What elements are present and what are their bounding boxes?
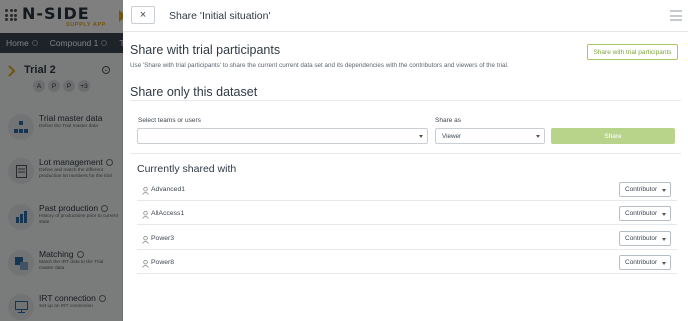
shared-user-name: Advanced1 [151, 186, 186, 193]
share-panel: × Share 'Initial situation' Share with t… [123, 0, 688, 321]
share-as-value: Viewer [442, 133, 462, 140]
user-icon [142, 260, 149, 268]
teams-label: Select teams or users [138, 117, 201, 124]
currently-shared-heading: Currently shared with [137, 163, 237, 175]
shared-user-row: Power3 Contributor [137, 228, 677, 250]
share-trial-heading: Share with trial participants [130, 43, 281, 57]
role-value: Contributor [625, 186, 658, 193]
role-dropdown[interactable]: Contributor [619, 231, 671, 246]
panel-title: Share 'Initial situation' [169, 10, 271, 22]
shared-user-row: AllAccess1 Contributor [137, 203, 677, 225]
share-trial-description: Use 'Share with trial participants' to s… [130, 62, 509, 69]
share-with-trial-participants-button[interactable]: Share with trial participants [587, 44, 678, 60]
share-as-select[interactable]: Viewer [435, 128, 545, 144]
caret-down-icon [536, 135, 540, 138]
share-only-heading: Share only this dataset [130, 85, 258, 99]
caret-down-icon [662, 262, 666, 265]
divider [130, 100, 681, 101]
user-icon [142, 187, 149, 195]
role-dropdown[interactable]: Contributor [619, 255, 671, 270]
role-value: Contributor [625, 235, 658, 242]
caret-down-icon [662, 189, 666, 192]
caret-down-icon [419, 135, 423, 138]
panel-header: × Share 'Initial situation' [123, 0, 688, 32]
role-dropdown[interactable]: Contributor [619, 206, 671, 221]
caret-down-icon [662, 238, 666, 241]
close-button[interactable]: × [131, 6, 155, 24]
role-value: Contributor [625, 210, 658, 217]
menu-icon[interactable] [670, 10, 682, 21]
shared-user-row: Power8 Contributor [137, 252, 677, 274]
share-as-label: Share as [435, 117, 462, 124]
share-button[interactable]: Share [551, 128, 675, 144]
caret-down-icon [662, 213, 666, 216]
shared-user-row: Advanced1 Contributor [137, 179, 677, 201]
divider [130, 153, 681, 154]
user-icon [142, 211, 149, 219]
role-dropdown[interactable]: Contributor [619, 182, 671, 197]
shared-user-name: Power8 [151, 259, 175, 266]
role-value: Contributor [625, 259, 658, 266]
user-icon [142, 236, 149, 244]
shared-user-name: AllAccess1 [151, 210, 185, 217]
teams-users-select[interactable] [137, 128, 428, 144]
shared-user-name: Power3 [151, 235, 175, 242]
